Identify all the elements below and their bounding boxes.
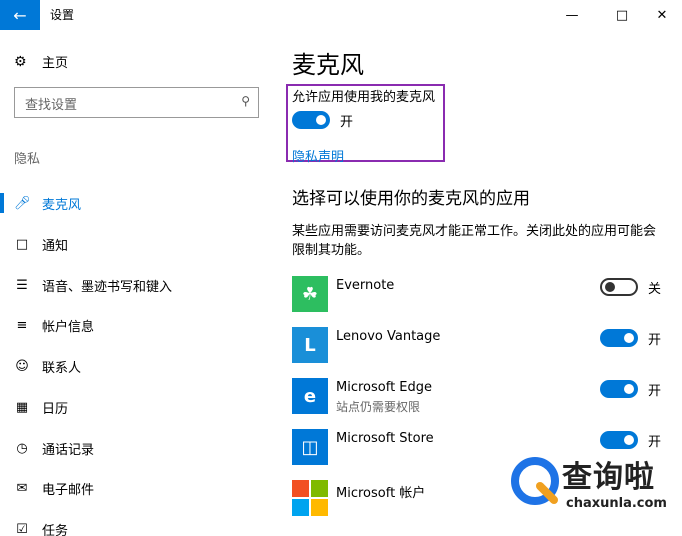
app-name: Microsoft 帐户 — [336, 486, 426, 501]
search-placeholder: 查找设置 — [25, 98, 78, 113]
account-info-icon: ≡ — [16, 317, 28, 333]
sidebar-item-label: 通知 — [42, 238, 69, 254]
contacts-icon: ☺ — [15, 358, 29, 374]
minimize-button[interactable]: — — [550, 0, 594, 30]
app-row-evernote: ☘ Evernote 关 — [292, 276, 682, 316]
evernote-icon: ☘ — [292, 276, 328, 312]
page-title: 麦克风 — [292, 51, 364, 79]
app-subtext: 站点仍需要权限 — [336, 400, 421, 414]
sidebar-item-label: 日历 — [42, 401, 69, 417]
title-bar: ← 设置 — □ ✕ — [0, 0, 682, 30]
privacy-statement-link[interactable]: 隐私声明 — [292, 146, 344, 165]
sidebar-item-tasks[interactable]: ☑ 任务 — [0, 514, 276, 536]
app-toggle-microsoft-edge[interactable] — [600, 380, 638, 398]
app-toggle-lenovo-vantage[interactable] — [600, 329, 638, 347]
app-toggle-evernote[interactable] — [600, 278, 638, 296]
sidebar: ⚙ 主页 查找设置 ⚲ 隐私 🎤︎ 麦克风 □ 通知 ☰ 语音、墨迹书写和键入 … — [0, 30, 276, 536]
app-row-microsoft-edge: e Microsoft Edge 站点仍需要权限 开 — [292, 378, 682, 418]
sidebar-item-call-history[interactable]: ◷ 通话记录 — [0, 433, 276, 463]
microsoft-logo-icon — [292, 480, 328, 516]
app-toggle-microsoft-store[interactable] — [600, 431, 638, 449]
sidebar-item-notifications[interactable]: □ 通知 — [0, 229, 276, 259]
section-description: 某些应用需要访问麦克风才能正常工作。关闭此处的应用可能会限制其功能。 — [292, 224, 657, 258]
sidebar-item-label: 联系人 — [42, 360, 82, 376]
gear-icon: ⚙ — [14, 53, 27, 70]
sidebar-item-label: 语音、墨迹书写和键入 — [42, 279, 173, 295]
store-bag-icon: ◫ — [292, 429, 328, 465]
app-name: Lenovo Vantage — [336, 329, 441, 344]
chaxunla-logo-icon — [511, 457, 559, 505]
sidebar-home-label: 主页 — [42, 56, 69, 71]
search-icon: ⚲ — [241, 94, 250, 108]
sidebar-item-calendar[interactable]: ▦ 日历 — [0, 392, 276, 422]
notification-icon: □ — [15, 236, 29, 252]
email-icon: ✉ — [16, 480, 28, 496]
window-title: 设置 — [50, 8, 75, 22]
section-title: 选择可以使用你的麦克风的应用 — [292, 189, 530, 209]
close-icon: ✕ — [656, 7, 668, 23]
close-button[interactable]: ✕ — [640, 0, 682, 30]
minimize-icon: — — [565, 7, 579, 23]
sidebar-item-label: 通话记录 — [42, 442, 95, 458]
watermark: 查询啦 chaxunla.com — [504, 450, 682, 536]
app-name: Microsoft Edge — [336, 380, 433, 395]
sidebar-item-microphone[interactable]: 🎤︎ 麦克风 — [0, 188, 276, 218]
maximize-icon: □ — [615, 7, 629, 23]
sidebar-item-contacts[interactable]: ☺ 联系人 — [0, 351, 276, 381]
watermark-url: chaxunla.com — [566, 496, 667, 511]
sidebar-item-email[interactable]: ✉ 电子邮件 — [0, 473, 276, 503]
sidebar-item-account-info[interactable]: ≡ 帐户信息 — [0, 310, 276, 340]
app-state: 开 — [648, 333, 662, 348]
search-input[interactable]: 查找设置 ⚲ — [14, 87, 259, 118]
app-state: 开 — [648, 435, 662, 450]
watermark-name: 查询啦 — [562, 460, 655, 495]
calendar-icon: ▦ — [15, 399, 29, 415]
sidebar-item-label: 麦克风 — [42, 197, 82, 213]
maximize-button[interactable]: □ — [600, 0, 644, 30]
sidebar-item-label: 帐户信息 — [42, 319, 95, 335]
app-name: Evernote — [336, 278, 395, 293]
app-state: 开 — [648, 384, 662, 399]
allow-microphone-state: 开 — [340, 115, 354, 130]
call-history-icon: ◷ — [16, 440, 28, 456]
clipboard-icon: ☰ — [16, 277, 28, 293]
allow-microphone-toggle[interactable] — [292, 111, 330, 129]
back-button[interactable]: ← — [0, 0, 40, 30]
sidebar-item-label: 任务 — [42, 523, 69, 536]
app-state: 关 — [648, 282, 662, 297]
microphone-icon: 🎤︎ — [14, 195, 31, 211]
allow-microphone-label: 允许应用使用我的麦克风 — [292, 90, 436, 105]
sidebar-item-label: 电子邮件 — [42, 482, 95, 498]
sidebar-item-speech[interactable]: ☰ 语音、墨迹书写和键入 — [0, 270, 276, 300]
edge-icon: e — [292, 378, 328, 414]
lenovo-vantage-icon: L — [292, 327, 328, 363]
app-name: Microsoft Store — [336, 431, 434, 446]
sidebar-home[interactable]: ⚙ 主页 — [14, 52, 69, 72]
tasks-icon: ☑ — [16, 521, 28, 536]
section-label-privacy: 隐私 — [14, 152, 41, 167]
app-row-lenovo-vantage: L Lenovo Vantage 开 — [292, 327, 682, 367]
back-arrow-icon: ← — [13, 5, 27, 25]
